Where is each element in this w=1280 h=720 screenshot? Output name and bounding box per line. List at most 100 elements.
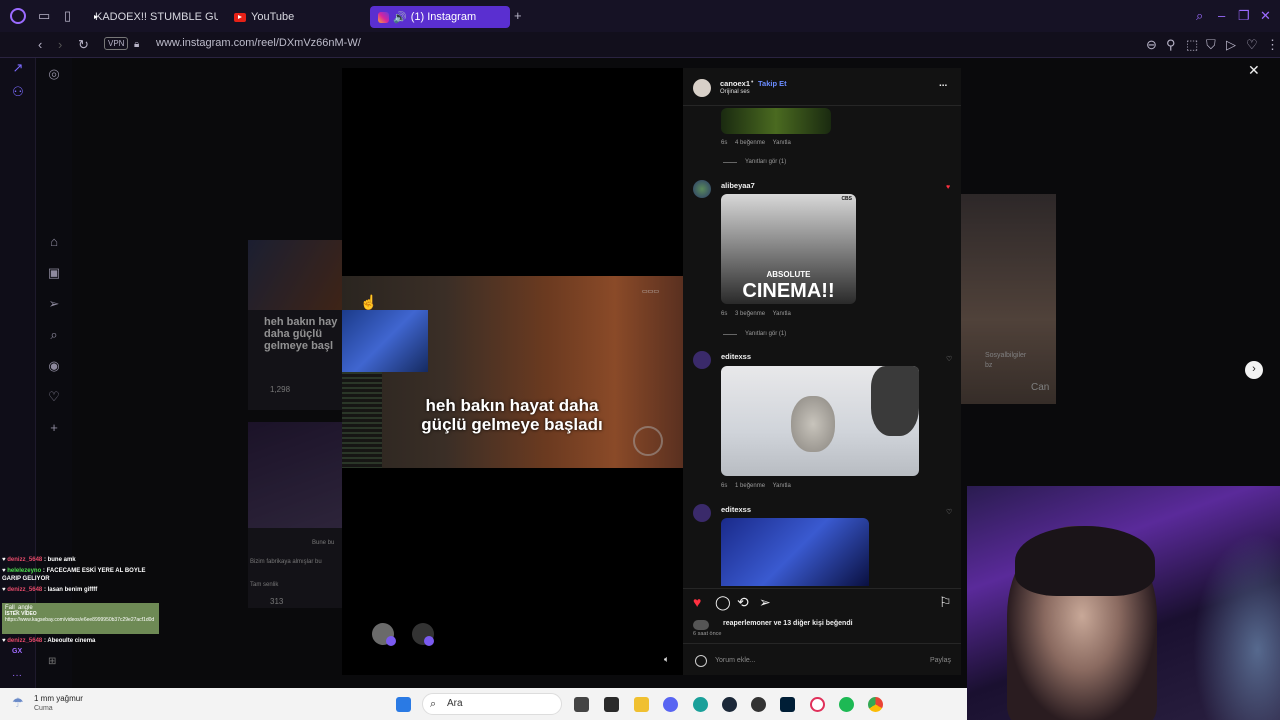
gif-text-main: CINEMA!!	[742, 280, 835, 302]
close-window-icon[interactable]: ✕	[1260, 8, 1271, 24]
comment-gif[interactable]	[721, 518, 869, 586]
author-name[interactable]: canoex1	[720, 79, 750, 88]
like-comment-icon[interactable]: ♥	[946, 184, 950, 191]
reply-button[interactable]: Yanıtla	[773, 311, 791, 317]
commenter-name[interactable]: editexss	[721, 505, 751, 514]
chat-text: : lasan benim giffff	[43, 587, 98, 593]
next-arrow-icon[interactable]: ›	[1245, 361, 1263, 379]
save-icon[interactable]: ⚐	[939, 595, 952, 609]
taskbar-search[interactable]: ⌕ Ara	[422, 693, 562, 715]
bg-post-left[interactable]: heh bakın hay daha güçlü gelmeye başl 1,…	[248, 240, 342, 410]
liked-by-text[interactable]: reaperlemoner ve 13 diğer kişi beğendi	[723, 620, 853, 627]
workspaces-icon[interactable]: ▭	[38, 8, 50, 24]
start-icon[interactable]	[396, 697, 411, 712]
opera-gx-icon[interactable]	[810, 697, 825, 712]
comment-likes[interactable]: 4 beğenme	[735, 140, 765, 146]
comment-gif[interactable]: CBS ABSOLUTE CINEMA!!	[721, 194, 856, 304]
share-comment-button[interactable]: Paylaş	[930, 657, 951, 664]
comment-input[interactable]: Yorum ekle...	[715, 657, 915, 664]
tab-page-icon[interactable]: ▯	[64, 8, 71, 24]
task-view-icon[interactable]	[574, 697, 589, 712]
aria-icon[interactable]: ↗	[10, 60, 26, 76]
like-icon[interactable]: ♥	[693, 595, 701, 609]
view-replies-button[interactable]: Yanıtları gör (1)	[723, 159, 786, 165]
comment-likes[interactable]: 1 beğenme	[735, 483, 765, 489]
app-icon[interactable]	[693, 697, 708, 712]
chrome-icon[interactable]	[868, 697, 883, 712]
back-icon[interactable]: ‹	[38, 37, 42, 53]
like-comment-icon[interactable]: ♡	[946, 355, 952, 363]
search-icon[interactable]: ⌕	[46, 327, 62, 343]
photoshop-icon[interactable]	[780, 697, 795, 712]
weather-icon[interactable]: ☂	[12, 695, 24, 711]
create-plus-icon[interactable]: +	[46, 420, 62, 436]
app-icon[interactable]	[751, 697, 766, 712]
reels-icon[interactable]: ▣	[46, 265, 62, 281]
bg-post-text: bz	[985, 362, 993, 369]
author-avatar[interactable]	[693, 79, 711, 97]
share-icon[interactable]: ➢	[759, 595, 771, 609]
lock-icon[interactable]: 🔒︎	[134, 37, 139, 53]
weather-temp[interactable]: 1 mm yağmur	[34, 694, 83, 703]
direct-icon[interactable]: ➢	[46, 296, 62, 312]
bg-post-left-2[interactable]: Bune bu Bizim fabrikaya almışlar bu Tam …	[248, 422, 342, 608]
spotify-icon[interactable]	[839, 697, 854, 712]
play-icon[interactable]: ▷	[1226, 37, 1236, 53]
volume-icon[interactable]: 🔈︎	[664, 654, 669, 665]
comment-gif[interactable]	[721, 366, 919, 476]
browser-tab-bar: ▭ ▯ KADOEX!! STUMBLE GUYS YouTube 🔊 (1) …	[0, 0, 1280, 32]
reel-video[interactable]: ▭▭▭ heh bakın hayat daha güçlü gelmeye b…	[342, 68, 683, 675]
snapshot-icon[interactable]: ⬚	[1186, 37, 1198, 53]
close-icon[interactable]: ✕	[1248, 62, 1260, 79]
bg-post-right[interactable]: Sosyalbilgiler bz Can	[961, 194, 1056, 404]
tab-instagram[interactable]: 🔊 (1) Instagram	[370, 6, 510, 28]
heart-icon[interactable]: ♡	[1246, 37, 1258, 53]
like-comment-icon[interactable]: ♡	[946, 508, 952, 516]
url-field[interactable]: www.instagram.com/reel/DXmVz66nM-W/	[156, 37, 361, 49]
steam-icon[interactable]	[722, 697, 737, 712]
audio-label[interactable]: Orijinal ses	[720, 89, 750, 95]
notifications-heart-icon[interactable]: ♡	[46, 389, 62, 405]
chat-text: : Abeoulte cinema	[43, 638, 96, 644]
commenter-avatar[interactable]	[693, 504, 711, 522]
comment-likes[interactable]: 3 beğenme	[735, 311, 765, 317]
commenter-avatar[interactable]	[693, 351, 711, 369]
explore-icon[interactable]: ◉	[46, 358, 62, 374]
more-options-icon[interactable]: ...	[939, 78, 947, 89]
file-explorer-icon[interactable]	[634, 697, 649, 712]
tab-kadoex[interactable]: KADOEX!! STUMBLE GUYS	[90, 6, 218, 28]
opera-logo-icon[interactable]	[10, 8, 26, 24]
home-icon[interactable]: ⌂	[46, 234, 62, 250]
emoji-icon[interactable]	[695, 655, 707, 667]
maximize-icon[interactable]: ❐	[1238, 8, 1250, 24]
commenter-name[interactable]: editexss	[721, 352, 751, 361]
repost-icon[interactable]: ⟲	[737, 595, 749, 609]
bot-icon[interactable]: ⚇	[10, 84, 26, 100]
shield-icon[interactable]: ⛉	[1206, 37, 1216, 53]
gx-label[interactable]: GX	[12, 648, 22, 655]
pin-icon[interactable]: ⚲	[1166, 37, 1176, 53]
new-tab-plus-icon[interactable]: +	[514, 8, 522, 24]
menu-icon[interactable]: ⋮	[1266, 37, 1279, 53]
reload-icon[interactable]: ↻	[78, 37, 89, 53]
app-icon[interactable]	[604, 697, 619, 712]
minimize-icon[interactable]: –	[1218, 8, 1225, 24]
reply-button[interactable]: Yanıtla	[773, 483, 791, 489]
search-tabs-icon[interactable]: ⌕	[1196, 8, 1203, 24]
reply-button[interactable]: Yanıtla	[773, 140, 791, 146]
tab-youtube[interactable]: YouTube	[234, 6, 354, 28]
view-replies-button[interactable]: Yanıtları gör (1)	[723, 331, 786, 337]
commenter-avatar[interactable]	[693, 180, 711, 198]
vpn-badge[interactable]: VPN	[104, 37, 129, 50]
extensions-icon[interactable]: ⊞	[48, 656, 56, 667]
discord-icon[interactable]	[663, 697, 678, 712]
follow-button[interactable]: Takip Et	[758, 79, 787, 88]
forward-icon[interactable]: ›	[58, 37, 62, 53]
speaker-icon[interactable]: 🔊	[393, 11, 407, 24]
commenter-name[interactable]: alibeyaa7	[721, 181, 755, 190]
sidebar-more-icon[interactable]: ···	[12, 670, 22, 681]
zoom-icon[interactable]: ⊖	[1146, 37, 1157, 53]
instagram-logo-icon[interactable]: ◎	[46, 66, 62, 82]
comment-icon[interactable]: ◯	[715, 595, 731, 609]
comment-gif[interactable]	[721, 108, 831, 134]
